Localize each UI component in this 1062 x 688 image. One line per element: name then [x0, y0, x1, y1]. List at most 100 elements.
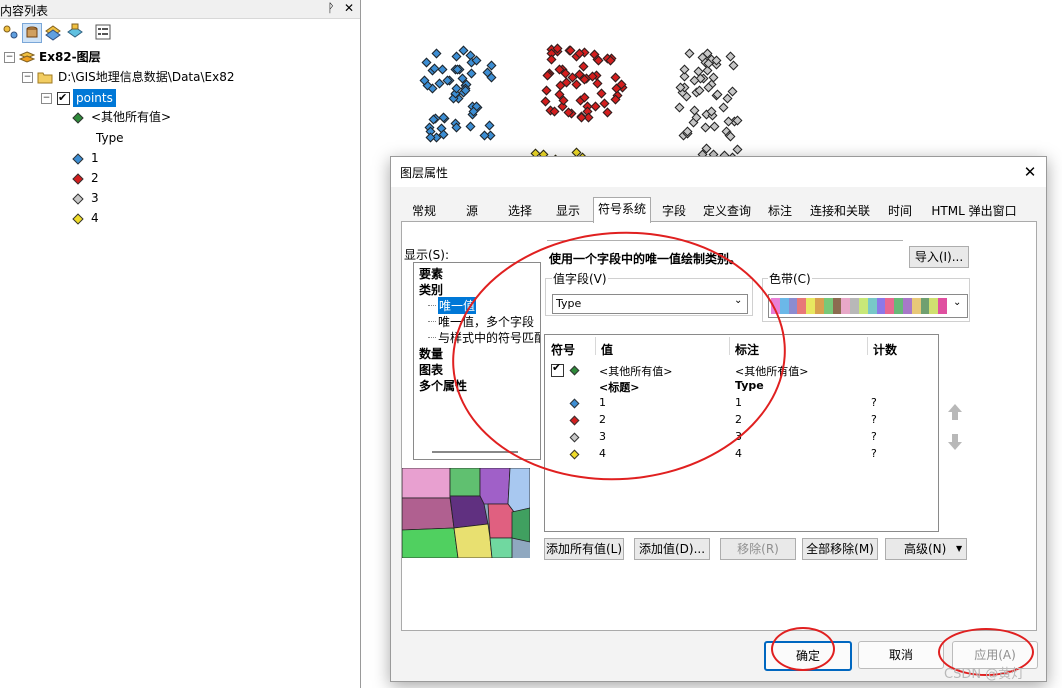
close-icon[interactable]: ✕ — [1019, 161, 1041, 183]
color-ramp-segment — [911, 298, 921, 314]
legend-label: <其他所有值> — [91, 110, 172, 124]
tab-0[interactable]: 常规 — [401, 199, 447, 223]
legend-label: 2 — [91, 171, 99, 185]
list-by-source-icon[interactable] — [22, 23, 42, 43]
color-ramp-segment — [823, 298, 833, 314]
map-point — [465, 121, 476, 132]
advanced-label: 高级(N) — [904, 542, 947, 556]
legend-symbol-icon[interactable] — [72, 112, 84, 124]
color-ramp-segment — [797, 298, 807, 314]
tab-4[interactable]: 符号系统 — [593, 197, 651, 223]
legend-label: Type — [96, 131, 124, 145]
data-frame-name: Ex82-图层 — [39, 50, 101, 64]
import-button[interactable]: 导入(I)... — [909, 246, 969, 268]
map-point — [431, 48, 442, 58]
table-header[interactable]: 计数 — [873, 341, 897, 358]
layer-row[interactable]: − points — [41, 89, 121, 107]
chevron-down-icon: ⌄ — [953, 297, 962, 308]
map-point — [684, 48, 695, 59]
tree-connector — [428, 305, 436, 306]
table-cell-count[interactable]: ? — [871, 430, 877, 443]
column-separator — [867, 337, 868, 355]
layer-visibility-checkbox[interactable] — [57, 89, 70, 107]
tab-10[interactable]: HTML 弹出窗口 — [923, 199, 1025, 223]
map-point — [438, 64, 448, 75]
map-point — [709, 121, 720, 132]
dropdown-arrow-icon: ▼ — [956, 544, 963, 553]
options-icon[interactable] — [94, 23, 112, 41]
table-cell-label[interactable]: 4 — [735, 447, 742, 460]
color-ramp-segment — [867, 298, 877, 314]
color-ramp-segment — [876, 298, 886, 314]
color-ramp-segment — [815, 298, 824, 314]
legend-symbol-icon[interactable] — [72, 153, 84, 165]
dialog-titlebar[interactable]: 图层属性 ✕ — [391, 157, 1046, 187]
collapse-icon[interactable]: − — [41, 93, 52, 104]
color-ramp-segment — [832, 298, 842, 314]
color-ramp-segment — [859, 298, 868, 314]
add-all-values-button[interactable]: 添加所有值(L) — [544, 538, 624, 560]
tab-2[interactable]: 选择 — [496, 199, 544, 223]
legend-label: 4 — [91, 211, 99, 225]
move-up-icon[interactable] — [946, 402, 964, 422]
pin-icon[interactable]: ᚹ — [324, 1, 338, 15]
collapse-icon[interactable]: − — [22, 72, 33, 83]
folder-icon — [37, 72, 53, 84]
remove-button[interactable]: 移除(R) — [720, 538, 796, 560]
table-cell-count[interactable]: ? — [871, 396, 877, 409]
show-item[interactable]: 类别 — [419, 281, 443, 298]
legend-symbol-icon[interactable] — [72, 193, 84, 205]
table-cell-count[interactable]: ? — [871, 447, 877, 460]
tree-connector — [428, 321, 436, 322]
move-down-icon[interactable] — [946, 432, 964, 452]
map-point — [596, 88, 607, 99]
legend-label: 3 — [91, 191, 99, 205]
advanced-button[interactable]: 高级(N) ▼ — [885, 538, 967, 560]
map-point — [718, 102, 729, 113]
table-cell-count[interactable]: ? — [871, 413, 877, 426]
table-of-contents-panel: 内容列表 ᚹ ✕ − Ex82-图层 − D:\GIS地理信息数据\Data\E… — [0, 0, 361, 688]
layer-name[interactable]: points — [73, 89, 116, 107]
color-ramp-segment — [903, 298, 912, 314]
legend-symbol-icon[interactable] — [72, 213, 84, 225]
remove-all-button[interactable]: 全部移除(M) — [802, 538, 878, 560]
cancel-button[interactable]: 取消 — [858, 641, 944, 669]
tab-3[interactable]: 显示 — [546, 199, 590, 223]
color-ramp-segment — [841, 298, 851, 314]
color-ramp-segment — [779, 298, 789, 314]
collapse-icon[interactable]: − — [4, 52, 15, 63]
map-point — [451, 51, 461, 62]
layers-icon — [19, 51, 35, 63]
tab-5[interactable]: 字段 — [653, 199, 695, 223]
list-by-selection-icon[interactable] — [66, 23, 84, 41]
color-ramp-segment — [929, 298, 939, 314]
list-by-drawing-order-icon[interactable] — [2, 23, 20, 41]
folder-path: D:\GIS地理信息数据\Data\Ex82 — [58, 70, 235, 84]
tab-strip: 常规源选择 显示 符号系统 字段 定义查询 标注 连接和关联 时间 HTML 弹出窗口 — [401, 197, 1037, 223]
tab-6[interactable]: 定义查询 — [697, 199, 757, 223]
show-item[interactable]: 数量 — [419, 345, 443, 362]
add-values-button[interactable]: 添加值(D)... — [634, 538, 710, 560]
color-ramp-segment — [788, 298, 798, 314]
color-ramp-segment — [806, 298, 816, 314]
tab-9[interactable]: 时间 — [879, 199, 921, 223]
close-icon[interactable]: ✕ — [342, 1, 356, 15]
tab-1[interactable]: 源 — [451, 199, 493, 223]
tab-8[interactable]: 连接和关联 — [803, 199, 877, 223]
map-point — [599, 98, 610, 109]
color-ramp-label: 色带(C) — [768, 270, 812, 287]
toc-title: 内容列表 — [0, 4, 49, 18]
show-item[interactable]: 图表 — [419, 361, 443, 378]
map-point — [679, 64, 690, 75]
legend-symbol-icon[interactable] — [72, 173, 84, 185]
color-ramp-segment — [938, 298, 948, 314]
tab-7[interactable]: 标注 — [759, 199, 801, 223]
color-ramp-select[interactable]: ⌄ — [768, 294, 968, 318]
list-scrollbar[interactable] — [432, 451, 518, 453]
map-point — [674, 102, 685, 113]
map-point — [466, 68, 477, 79]
map-point — [546, 54, 557, 65]
legend-label: 1 — [91, 151, 99, 165]
show-item[interactable]: 要素 — [419, 265, 443, 282]
list-by-visibility-icon[interactable] — [44, 23, 62, 41]
